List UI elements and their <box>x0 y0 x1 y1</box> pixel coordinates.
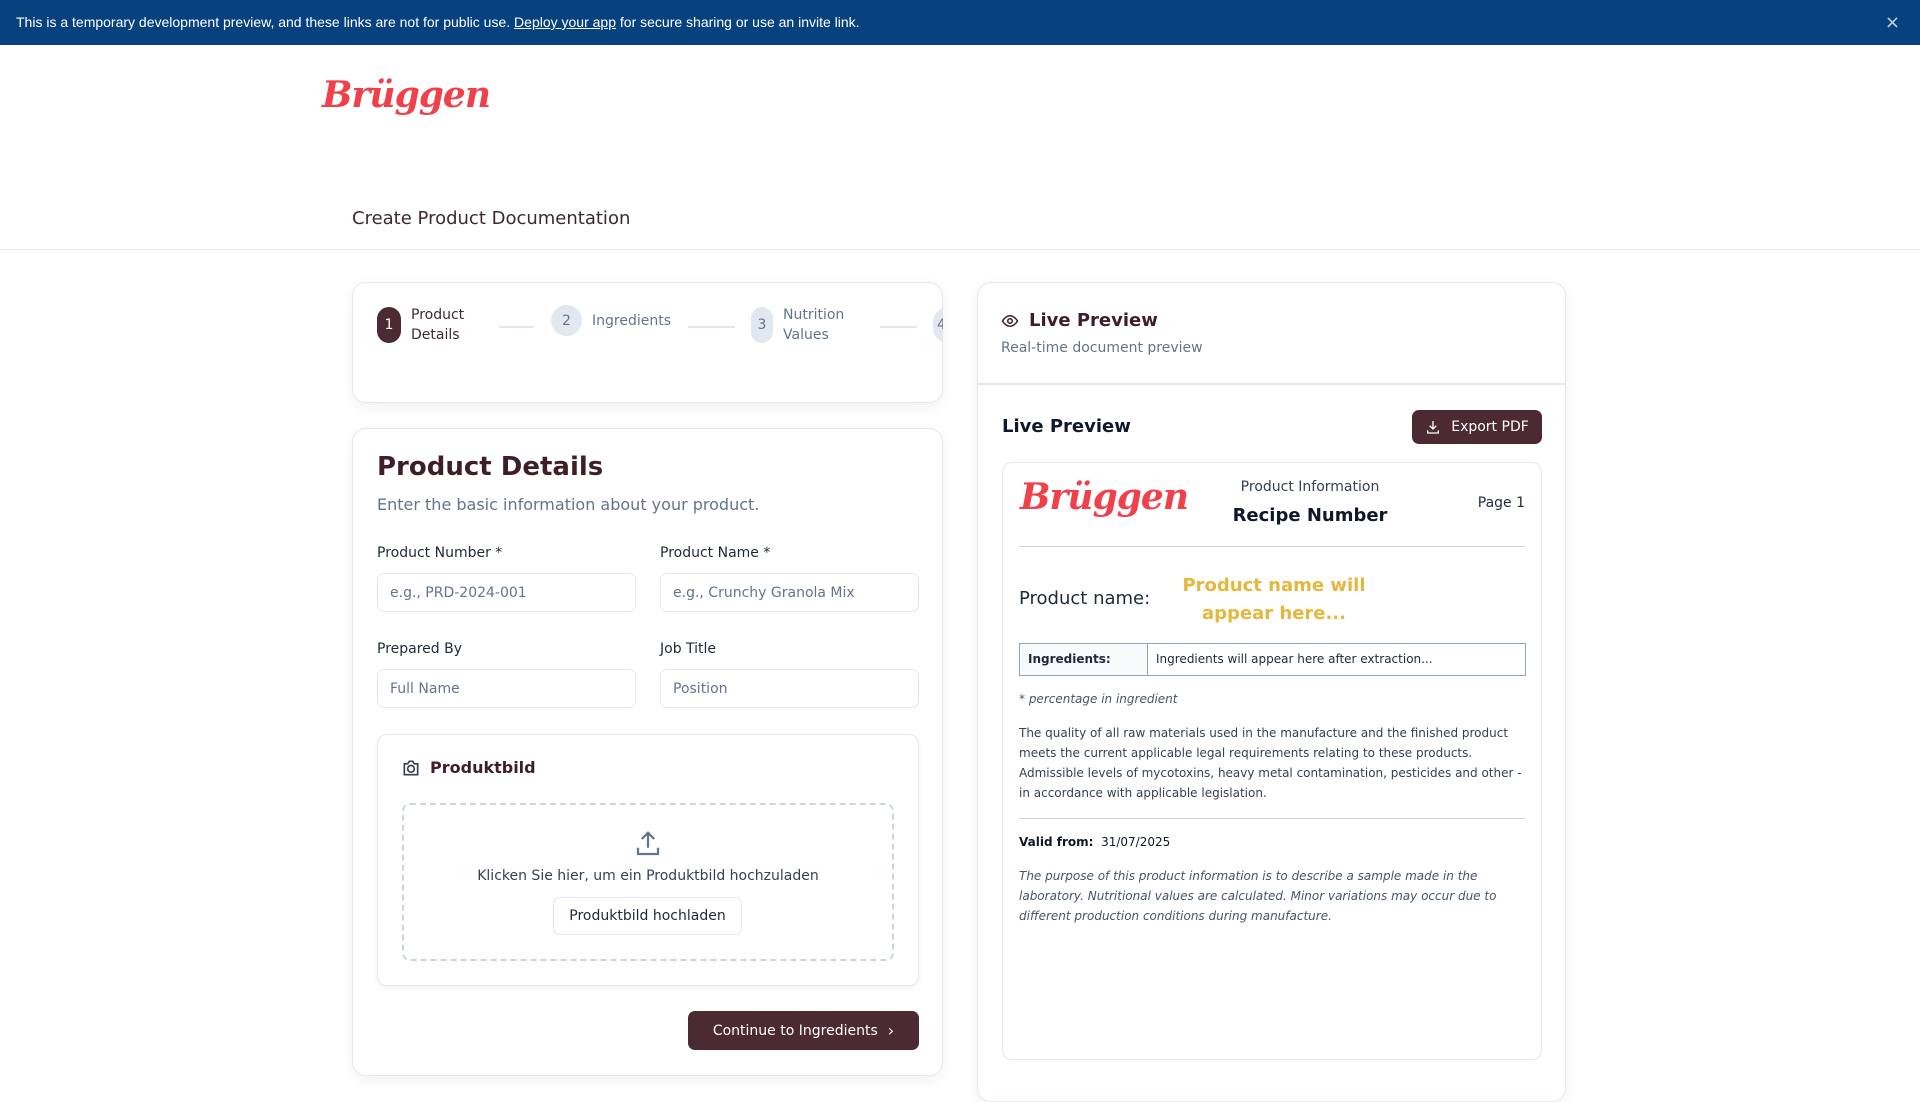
step-number: 2 <box>551 305 582 336</box>
step-number: 4 <box>933 307 943 343</box>
preview-subtitle: Real-time document preview <box>1001 340 1203 356</box>
step-label: Ingredients <box>592 312 671 329</box>
form-subtitle: Enter the basic information about your p… <box>377 495 760 514</box>
preview-title: Live Preview <box>1029 310 1158 331</box>
doc-quality-text: The quality of all raw materials used in… <box>1019 726 1522 800</box>
step-ingredients[interactable]: 2 Ingredients <box>551 305 671 336</box>
step-connector <box>688 326 735 328</box>
close-banner-icon[interactable]: × <box>1885 0 1900 45</box>
doc-page-number: Page 1 <box>1477 495 1525 511</box>
form-title: Product Details <box>377 452 604 482</box>
continue-label: Continue to Ingredients <box>712 1022 878 1039</box>
banner-text-after: for secure sharing or use an invite link… <box>616 14 860 30</box>
valid-from-label: Valid from: <box>1019 835 1094 849</box>
product-image-heading: Produktbild <box>430 758 536 777</box>
step-number: 1 <box>377 307 401 343</box>
dropzone-hint: Klicken Sie hier, um ein Produktbild hoc… <box>477 868 819 884</box>
dev-preview-banner: This is a temporary development preview,… <box>0 0 1920 45</box>
page-title: Create Product Documentation <box>352 208 631 229</box>
download-icon <box>1427 421 1440 434</box>
banner-text: This is a temporary development preview,… <box>16 14 515 30</box>
step-product-details[interactable]: 1 Product Details <box>377 305 487 345</box>
ingredients-value: Ingredients will appear here after extra… <box>1156 652 1433 666</box>
export-pdf-button[interactable]: Export PDF <box>1412 410 1542 444</box>
product-name-input[interactable] <box>660 573 919 612</box>
prepared-by-label: Prepared By <box>377 641 463 657</box>
doc-note: * percentage in ingredient <box>1019 692 1178 706</box>
step-label: Product Details <box>411 307 465 343</box>
step-label: Nutrition Values <box>783 307 845 343</box>
doc-product-name-placeholder: Product name will appear here... <box>1182 575 1366 624</box>
chevron-right-icon: › <box>887 1021 895 1040</box>
step-connector <box>880 326 917 328</box>
job-title-input[interactable] <box>660 669 919 708</box>
doc-valid-row: Valid from: 31/07/2025 <box>1019 832 1170 852</box>
upload-icon <box>636 831 660 856</box>
brand-logo: Brüggen <box>322 74 491 116</box>
product-number-input[interactable] <box>377 573 636 612</box>
job-title-label: Job Title <box>660 641 717 657</box>
prepared-by-input[interactable] <box>377 669 636 708</box>
camera-icon <box>403 760 419 776</box>
doc-divider <box>1019 546 1525 547</box>
deploy-app-link[interactable]: Deploy your app <box>514 14 616 30</box>
header-divider <box>0 249 1920 250</box>
upload-image-button[interactable]: Produktbild hochladen <box>553 897 742 935</box>
doc-product-name-label: Product name: <box>1019 588 1151 609</box>
export-label: Export PDF <box>1451 419 1529 435</box>
inner-preview-title: Live Preview <box>1002 416 1131 437</box>
doc-header-small: Product Information <box>1240 479 1380 495</box>
ingredients-label: Ingredients: <box>1020 644 1148 675</box>
step-4-partial[interactable]: 4 <box>933 307 943 343</box>
step-connector <box>499 326 534 328</box>
doc-purpose-text: The purpose of this product information … <box>1019 869 1497 923</box>
preview-divider <box>978 383 1565 385</box>
continue-button[interactable]: Continue to Ingredients › <box>688 1011 919 1050</box>
product-name-label: Product Name * <box>660 545 771 561</box>
valid-from-value: 31/07/2025 <box>1101 835 1171 849</box>
step-number: 3 <box>751 307 773 343</box>
doc-header-title: Recipe Number <box>1232 505 1388 526</box>
ingredients-table: Ingredients: Ingredients will appear her… <box>1019 643 1526 676</box>
eye-icon <box>1001 314 1019 328</box>
step-nutrition-values[interactable]: 3 Nutrition Values <box>751 305 853 345</box>
doc-divider-2 <box>1019 818 1525 819</box>
product-number-label: Product Number * <box>377 545 503 561</box>
